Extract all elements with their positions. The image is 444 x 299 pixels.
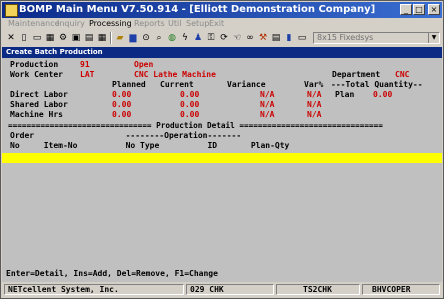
- status-code-1: 029 CHK: [186, 284, 274, 295]
- machine-hrs-var-pct: N/A: [307, 110, 322, 119]
- department-value: CNC: [395, 70, 410, 79]
- menu-exit[interactable]: Exit: [209, 19, 224, 28]
- folder-icon[interactable]: ▰: [114, 32, 126, 44]
- table-icon[interactable]: ▦: [44, 32, 56, 44]
- work-center-label: Work Center: [10, 70, 63, 79]
- direct-labor-current: 0.00: [180, 90, 200, 99]
- department-label: Department: [332, 70, 381, 79]
- menu-bar: Maintenance Inquiry Processing Reports U…: [2, 18, 442, 30]
- work-center-name: CNC Lathe Machine: [134, 70, 216, 79]
- status-bar: NETcellent System, Inc. 029 CHK TS2CHK B…: [2, 283, 442, 297]
- open-icon[interactable]: ▯: [18, 32, 30, 44]
- hand-icon[interactable]: ☜: [231, 32, 243, 44]
- menu-processing[interactable]: Processing: [89, 19, 132, 28]
- menu-util[interactable]: Util: [168, 19, 181, 28]
- lightning-icon[interactable]: ϟ: [179, 32, 191, 44]
- status-company: NETcellent System, Inc.: [4, 284, 184, 295]
- binoculars-icon[interactable]: ⊙: [140, 32, 152, 44]
- clipboard-icon[interactable]: ▭: [31, 32, 43, 44]
- menu-reports[interactable]: Reports: [134, 19, 165, 28]
- row-label-direct-labor: Direct Labor: [10, 90, 68, 99]
- screen-icon[interactable]: ▭: [296, 32, 308, 44]
- font-select-value: 8x15 Fixedsys: [317, 33, 374, 42]
- row-label-machine-hrs: Machine Hrs: [10, 110, 63, 119]
- font-select[interactable]: 8x15 Fixedsys ▼: [313, 32, 440, 44]
- status-code-3: BHVCOPER: [362, 284, 440, 295]
- menu-maintenance[interactable]: Maintenance: [8, 19, 60, 28]
- detail-cursor-row[interactable]: [2, 153, 442, 163]
- terminal-screen[interactable]: Production 91 Open Work Center LAT CNC L…: [2, 58, 442, 282]
- notebook-icon[interactable]: ▮: [283, 32, 295, 44]
- direct-labor-planned: 0.00: [112, 90, 132, 99]
- shared-labor-current: 0.00: [180, 100, 200, 109]
- machine-hrs-current: 0.00: [180, 110, 200, 119]
- minimize-icon: _: [404, 5, 408, 14]
- settings-icon[interactable]: ⚙: [57, 32, 69, 44]
- machine-hrs-planned: 0.00: [112, 110, 132, 119]
- screen-title: Create Batch Production: [2, 47, 442, 58]
- globe-icon[interactable]: ◍: [166, 32, 178, 44]
- close-button[interactable]: ×: [428, 4, 440, 15]
- production-status: Open: [134, 60, 154, 69]
- production-detail-divider: =============================== Producti…: [8, 121, 383, 130]
- work-center-code[interactable]: LAT: [80, 70, 94, 80]
- close-icon: ×: [430, 5, 438, 14]
- help-line: Enter=Detail, Ins=Add, Del=Remove, F1=Ch…: [6, 269, 218, 278]
- menu-setup[interactable]: Setup: [186, 19, 209, 28]
- toolbar-separator: [110, 32, 112, 44]
- machine-hrs-variance: N/A: [260, 110, 275, 119]
- plan-label: Plan: [335, 90, 355, 99]
- shared-labor-planned: 0.00: [112, 100, 132, 109]
- status-code-2: TS2CHK: [276, 284, 360, 295]
- help-book-icon[interactable]: ▆: [127, 32, 139, 44]
- person-icon[interactable]: ♟: [192, 32, 204, 44]
- window-title: BOMP Main Menu V7.50.914 - [Elliott Demo…: [19, 4, 376, 15]
- detail-header-columns: No Item-No No Type ID Plan-Qty: [10, 141, 290, 150]
- maximize-button[interactable]: □: [413, 4, 425, 15]
- link-icon[interactable]: ∞: [244, 32, 256, 44]
- grid-icon[interactable]: ▦: [96, 32, 108, 44]
- menu-inquiry[interactable]: Inquiry: [57, 19, 85, 28]
- col-current: Current: [160, 80, 194, 89]
- plan-value: 0.00: [373, 90, 393, 99]
- application-window: BOMP Main Menu V7.50.914 - [Elliott Demo…: [0, 0, 444, 299]
- direct-labor-variance: N/A: [260, 90, 275, 99]
- maximize-icon: □: [415, 5, 423, 14]
- refresh-icon[interactable]: ⟳: [218, 32, 230, 44]
- col-total-quantity: ---Total Quantity--: [331, 80, 423, 89]
- document-icon[interactable]: ▤: [270, 32, 282, 44]
- production-number[interactable]: 91: [80, 60, 90, 70]
- shared-labor-var-pct: N/A: [307, 100, 322, 109]
- shared-labor-variance: N/A: [260, 100, 275, 109]
- chart-icon[interactable]: ▤: [83, 32, 95, 44]
- detail-header-order: Order --------Operation-------: [10, 131, 242, 140]
- col-planned: Planned: [112, 80, 146, 89]
- tools-icon[interactable]: ⚒: [257, 32, 269, 44]
- app-icon[interactable]: [5, 4, 18, 17]
- chevron-down-icon[interactable]: ▼: [428, 33, 439, 43]
- keys-icon[interactable]: ⚿: [205, 32, 217, 44]
- col-var-pct: Var%: [304, 80, 324, 89]
- search-icon[interactable]: ⌕: [153, 32, 165, 44]
- direct-labor-var-pct: N/A: [307, 90, 322, 99]
- production-label: Production: [10, 60, 59, 69]
- box-icon[interactable]: ▣: [70, 32, 82, 44]
- toolbar: ✕ ▯ ▭ ▦ ⚙ ▣ ▤ ▦ ▰ ▆ ⊙ ⌕ ◍ ϟ ♟ ⚿ ⟳ ☜ ∞ ⚒ …: [2, 31, 442, 46]
- title-bar[interactable]: BOMP Main Menu V7.50.914 - [Elliott Demo…: [2, 2, 442, 18]
- row-label-shared-labor: Shared Labor: [10, 100, 68, 109]
- minimize-button[interactable]: _: [400, 4, 412, 15]
- close-tool-icon[interactable]: ✕: [5, 32, 17, 44]
- col-variance: Variance: [227, 80, 266, 89]
